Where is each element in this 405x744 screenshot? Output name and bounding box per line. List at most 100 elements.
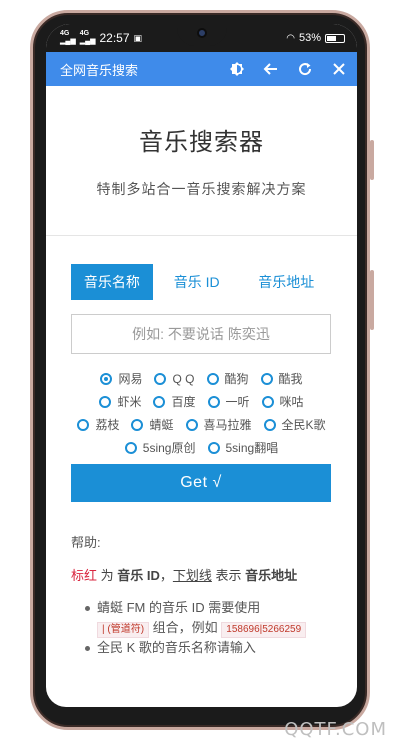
- screenshot-stage: 4G ▂▄▆ 4G ▂▄▆ 22:57 ▣ ◠ 53% 全网音乐搜索 音乐搜索器…: [0, 0, 405, 744]
- tab-music-name[interactable]: 音乐名称: [71, 264, 153, 300]
- radio-row: 5sing原创 5sing翻唱: [71, 439, 332, 456]
- status-left: 4G ▂▄▆ 4G ▂▄▆ 22:57 ▣: [60, 30, 142, 46]
- legend-text: 表示: [211, 568, 246, 583]
- watermark-text: QQTF.COM: [284, 719, 387, 740]
- theme-icon[interactable]: [229, 61, 245, 77]
- radio-unchecked-icon: [99, 395, 112, 408]
- radio-unchecked-icon: [185, 418, 198, 431]
- radio-1ting[interactable]: 一听: [207, 393, 250, 410]
- radio-label: 酷狗: [224, 372, 249, 386]
- page-content: 音乐搜索器 特制多站合一音乐搜索解决方案: [46, 122, 357, 199]
- search-input[interactable]: 例如: 不要说话 陈奕迅: [71, 314, 331, 354]
- radio-unchecked-icon: [207, 441, 220, 454]
- radio-label: 百度: [171, 395, 196, 409]
- wifi-icon: ◠: [286, 32, 295, 44]
- legend-text: 为: [97, 568, 118, 583]
- signal-2-label: 4G: [79, 30, 90, 37]
- signal-indicator: 4G ▂▄▆: [60, 30, 76, 46]
- radio-unchecked-icon: [207, 395, 220, 408]
- help-list: 蜻蜓 FM 的音乐 ID 需要使用 | (管道符) 组合，例如 158696|5…: [71, 598, 332, 658]
- radio-netease[interactable]: 网易: [100, 370, 142, 387]
- radio-label: Q Q: [172, 371, 195, 386]
- radio-label: 5sing原创: [142, 441, 196, 455]
- legend-red-text: 标红: [71, 568, 98, 583]
- status-time: 22:57: [99, 31, 130, 45]
- signal-indicator-2: 4G ▂▄▆: [80, 30, 96, 46]
- search-mode-tabs: 音乐名称 音乐 ID 音乐地址: [71, 264, 332, 300]
- radio-kugou[interactable]: 酷狗: [206, 370, 249, 387]
- volume-button: [370, 140, 374, 180]
- radio-label: 蜻蜓: [149, 418, 174, 432]
- radio-unchecked-icon: [263, 418, 276, 431]
- signal-bars-icon: ▂▄▆: [79, 38, 96, 45]
- page-title: 音乐搜索器: [139, 129, 264, 156]
- header-divider: [46, 235, 357, 236]
- radio-baidu[interactable]: 百度: [153, 393, 196, 410]
- radio-5sing-cover[interactable]: 5sing翻唱: [207, 439, 279, 456]
- radio-unchecked-icon: [206, 372, 219, 385]
- status-right: ◠ 53%: [286, 32, 345, 44]
- radio-qingting[interactable]: 蜻蜓: [131, 416, 174, 433]
- radio-label: 喜马拉雅: [203, 418, 252, 432]
- app-title: 全网音乐搜索: [60, 62, 139, 78]
- help-legend: 标红 为 音乐 ID，下划线 表示 音乐地址: [71, 565, 332, 584]
- radio-5sing-original[interactable]: 5sing原创: [124, 439, 196, 456]
- source-radio-group: 网易 Q Q 酷狗 酷我 虾米 百度 一听 咪咕 荔枝 蜻蜓 喜马拉雅 全民K歌: [71, 370, 332, 456]
- radio-ximalaya[interactable]: 喜马拉雅: [185, 416, 252, 433]
- radio-label: 酷我: [278, 372, 303, 386]
- power-button: [370, 270, 374, 330]
- back-icon[interactable]: [263, 61, 279, 77]
- radio-label: 全民K歌: [281, 418, 326, 432]
- radio-label: 虾米: [117, 395, 142, 409]
- radio-unchecked-icon: [154, 372, 167, 385]
- search-placeholder: 例如: 不要说话 陈奕迅: [132, 326, 270, 342]
- phone-screen: 4G ▂▄▆ 4G ▂▄▆ 22:57 ▣ ◠ 53% 全网音乐搜索 音乐搜索器…: [46, 24, 357, 707]
- radio-unchecked-icon: [124, 441, 137, 454]
- bullet-text: 全民 K 歌的音乐名称请输入: [97, 640, 256, 655]
- radio-unchecked-icon: [131, 418, 144, 431]
- close-icon[interactable]: [331, 61, 347, 77]
- tab-music-id[interactable]: 音乐 ID: [153, 264, 241, 300]
- radio-xiami[interactable]: 虾米: [99, 393, 141, 410]
- radio-row: 网易 Q Q 酷狗 酷我: [71, 370, 332, 387]
- radio-unchecked-icon: [77, 418, 90, 431]
- radio-row: 虾米 百度 一听 咪咕: [71, 393, 332, 410]
- status-bar: 4G ▂▄▆ 4G ▂▄▆ 22:57 ▣ ◠ 53%: [46, 24, 357, 52]
- tab-music-url[interactable]: 音乐地址: [240, 264, 332, 300]
- radio-unchecked-icon: [260, 372, 273, 385]
- code-pipe: | (管道符): [97, 622, 150, 638]
- radio-label: 网易: [118, 372, 143, 386]
- search-area: 音乐名称 音乐 ID 音乐地址 例如: 不要说话 陈奕迅 网易 Q Q 酷狗 酷…: [46, 264, 357, 658]
- front-camera: [196, 28, 207, 38]
- notification-icon: ▣: [133, 32, 143, 43]
- signal-bars-icon: ▂▄▆: [60, 38, 76, 45]
- radio-label: 5sing翻唱: [225, 441, 279, 455]
- refresh-icon[interactable]: [297, 61, 313, 77]
- radio-lizhi[interactable]: 荔枝: [77, 416, 119, 433]
- radio-unchecked-icon: [261, 395, 274, 408]
- app-bar: 全网音乐搜索: [46, 52, 357, 86]
- radio-label: 荔枝: [95, 418, 120, 432]
- battery-percent: 53%: [298, 32, 321, 44]
- radio-migu[interactable]: 咪咕: [261, 393, 304, 410]
- code-example: 158696|5266259: [221, 622, 307, 638]
- radio-unchecked-icon: [153, 395, 166, 408]
- signal-1-label: 4G: [60, 30, 70, 37]
- legend-music-url: 音乐地址: [245, 568, 298, 583]
- legend-underline: 下划线: [172, 568, 212, 583]
- radio-kuwo[interactable]: 酷我: [260, 370, 303, 387]
- get-button[interactable]: Get √: [71, 464, 331, 502]
- radio-checked-icon: [100, 372, 113, 385]
- radio-row: 荔枝 蜻蜓 喜马拉雅 全民K歌: [71, 416, 332, 433]
- legend-text: ，: [159, 568, 173, 583]
- app-bar-actions: [229, 61, 347, 77]
- list-item: 全民 K 歌的音乐名称请输入: [81, 638, 332, 658]
- radio-qq[interactable]: Q Q: [154, 370, 195, 387]
- bullet-text: 组合，例如: [149, 620, 222, 635]
- radio-kge[interactable]: 全民K歌: [263, 416, 326, 433]
- bullet-text: 蜻蜓 FM 的音乐 ID 需要使用: [97, 600, 261, 615]
- list-item: 蜻蜓 FM 的音乐 ID 需要使用 | (管道符) 组合，例如 158696|5…: [81, 598, 332, 638]
- radio-label: 一听: [225, 395, 250, 409]
- page-subtitle: 特制多站合一音乐搜索解决方案: [96, 181, 307, 197]
- radio-label: 咪咕: [279, 395, 304, 409]
